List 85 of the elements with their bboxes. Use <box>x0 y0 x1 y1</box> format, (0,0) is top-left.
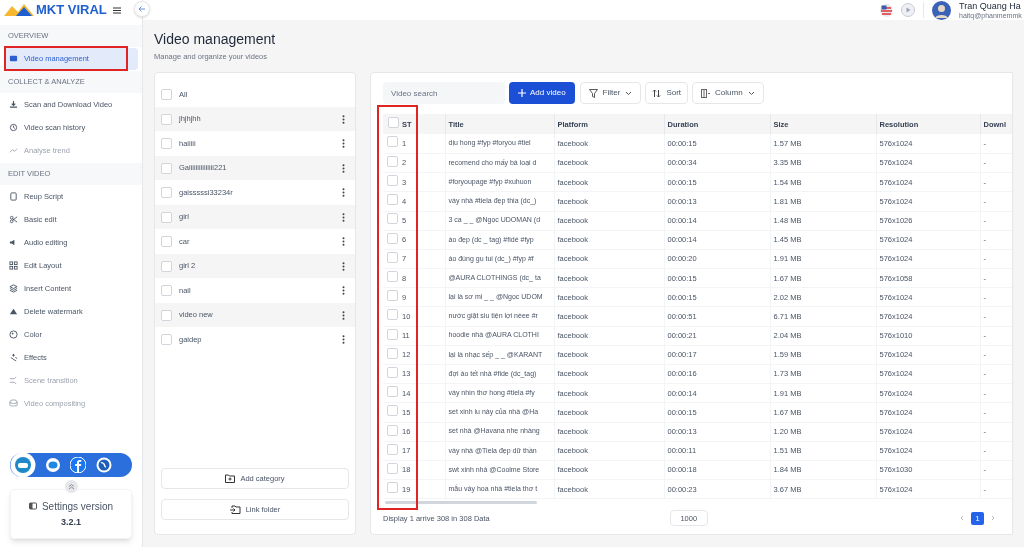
checkbox[interactable] <box>387 290 398 302</box>
plus-icon <box>518 89 526 98</box>
version-number: 3.2.1 <box>61 515 81 529</box>
script-icon <box>9 192 18 201</box>
more-icon[interactable] <box>342 310 345 320</box>
sort-icon <box>652 88 662 98</box>
checkbox[interactable] <box>387 155 398 167</box>
checkbox[interactable] <box>387 424 398 436</box>
collapse-button[interactable] <box>134 1 150 17</box>
checkbox[interactable] <box>387 232 398 244</box>
expand-up-icon[interactable] <box>64 480 78 493</box>
search-field[interactable]: Video search <box>383 82 505 105</box>
shuffle-icon <box>9 376 18 385</box>
checkbox[interactable] <box>387 136 398 148</box>
checkbox[interactable] <box>387 213 398 225</box>
chat-icon[interactable] <box>46 458 60 472</box>
play-icon[interactable] <box>901 3 915 17</box>
flag-icon[interactable] <box>880 3 893 17</box>
add-video-button[interactable]: Add video <box>509 82 575 105</box>
logo-text: MKT VIRAL <box>36 1 107 20</box>
checkbox[interactable] <box>387 482 398 494</box>
palette-icon <box>9 330 18 339</box>
column-button[interactable]: Column <box>692 82 764 105</box>
sort-button[interactable]: Sort <box>645 82 689 105</box>
checkbox[interactable] <box>387 194 398 206</box>
checkbox[interactable] <box>161 236 172 247</box>
sparkle-icon <box>9 353 18 362</box>
checkbox[interactable] <box>161 309 172 321</box>
download-icon <box>9 100 18 109</box>
grid-icon <box>9 261 18 270</box>
more-icon[interactable] <box>342 188 345 197</box>
filter-icon <box>588 88 598 98</box>
version-label: Settings version <box>41 499 114 514</box>
checkbox[interactable] <box>161 89 172 100</box>
checkbox[interactable] <box>161 211 172 223</box>
layers-icon <box>9 284 18 293</box>
avatar[interactable] <box>932 0 951 20</box>
more-icon[interactable] <box>342 286 345 295</box>
support-icon[interactable] <box>10 452 36 478</box>
menu-icon[interactable] <box>112 6 121 14</box>
social-icon[interactable] <box>70 457 86 473</box>
video-icon <box>9 54 18 63</box>
checkbox[interactable] <box>161 162 172 174</box>
more-icon[interactable] <box>342 114 345 124</box>
checkbox[interactable] <box>161 187 172 198</box>
chevron-down-icon <box>625 90 633 96</box>
more-icon[interactable] <box>342 139 345 148</box>
scissors-icon <box>9 215 18 224</box>
checkbox[interactable] <box>387 386 398 398</box>
trend-icon <box>9 146 18 155</box>
checkbox[interactable] <box>387 347 398 359</box>
checkbox[interactable] <box>387 443 398 455</box>
folder-add-icon <box>225 474 236 484</box>
more-icon[interactable] <box>342 163 345 173</box>
more-icon[interactable] <box>342 212 345 222</box>
chevron-down-icon <box>747 90 755 96</box>
filter-button[interactable]: Filter <box>579 82 642 105</box>
columns-icon <box>701 88 711 98</box>
page-title: Video management <box>154 30 277 48</box>
checkbox[interactable] <box>161 334 172 345</box>
checkbox[interactable] <box>387 271 398 283</box>
checkbox[interactable] <box>387 366 398 378</box>
checkbox[interactable] <box>161 285 172 296</box>
settings-icon <box>28 502 37 511</box>
version-card[interactable]: Settings version 3.2.1 <box>10 489 132 539</box>
folder-link-icon <box>229 505 241 515</box>
checkbox[interactable] <box>161 138 172 149</box>
more-icon[interactable] <box>342 335 345 344</box>
checkbox[interactable] <box>387 405 398 417</box>
checkbox[interactable] <box>387 309 398 321</box>
checkbox[interactable] <box>161 260 172 272</box>
select-all-checkbox[interactable] <box>387 117 399 129</box>
checkbox[interactable] <box>387 462 398 474</box>
logo-icon <box>4 4 34 16</box>
checkbox[interactable] <box>387 251 398 263</box>
horizontal-scrollbar[interactable] <box>385 501 537 505</box>
checkbox[interactable] <box>387 175 398 187</box>
checkbox[interactable] <box>387 328 398 340</box>
history-icon <box>9 123 18 132</box>
arrow-left-icon <box>138 5 146 13</box>
checkbox[interactable] <box>161 113 172 125</box>
more-icon[interactable] <box>342 237 345 246</box>
database-icon <box>9 399 18 408</box>
more-icon[interactable] <box>342 261 345 271</box>
user-name: Tran Quang Ha <box>959 1 1021 11</box>
